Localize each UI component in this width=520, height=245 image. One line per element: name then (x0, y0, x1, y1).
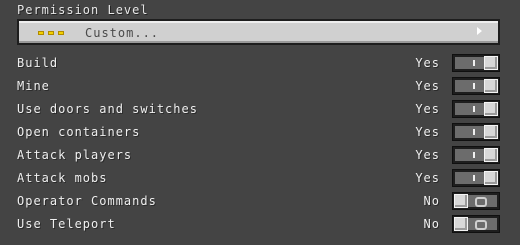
toggle-knob (454, 217, 468, 231)
permissions-panel: Permission Level Custom... Build Yes Min… (0, 0, 520, 245)
toggle-knob (484, 56, 498, 70)
toggle-on-mark (473, 83, 475, 89)
permission-label: Operator Commands (17, 194, 157, 208)
toggle-on-mark (473, 106, 475, 112)
doors-switches-toggle[interactable] (452, 100, 500, 118)
permission-row-teleport: Use Teleport No (0, 213, 520, 236)
permission-label: Attack mobs (17, 171, 108, 185)
dropdown-selected-value: Custom... (85, 26, 160, 40)
permission-row-containers: Open containers Yes (0, 121, 520, 144)
permission-row-attack-mobs: Attack mobs Yes (0, 167, 520, 190)
permission-label: Build (17, 56, 59, 70)
build-toggle[interactable] (452, 54, 500, 72)
permission-row-attack-players: Attack players Yes (0, 144, 520, 167)
permission-level-dropdown[interactable]: Custom... (17, 19, 500, 45)
toggle-knob (484, 79, 498, 93)
permission-label: Use doors and switches (17, 102, 198, 116)
toggle-knob (454, 194, 468, 208)
permission-value: Yes (415, 56, 440, 70)
permission-value: Yes (415, 148, 440, 162)
toggle-on-mark (473, 129, 475, 135)
toggle-on-mark (473, 175, 475, 181)
toggle-on-mark (473, 60, 475, 66)
permission-value: Yes (415, 171, 440, 185)
toggle-knob (484, 171, 498, 185)
operator-commands-toggle[interactable] (452, 192, 500, 210)
permission-value: Yes (415, 125, 440, 139)
attack-mobs-toggle[interactable] (452, 169, 500, 187)
toggle-knob (484, 102, 498, 116)
permission-value: No (423, 217, 440, 231)
permission-label: Use Teleport (17, 217, 116, 231)
permission-value: No (423, 194, 440, 208)
toggle-knob (484, 148, 498, 162)
open-containers-toggle[interactable] (452, 123, 500, 141)
permission-label: Attack players (17, 148, 133, 162)
permission-row-doors: Use doors and switches Yes (0, 98, 520, 121)
permission-label: Mine (17, 79, 50, 93)
permission-label: Open containers (17, 125, 141, 139)
permission-value: Yes (415, 79, 440, 93)
toggle-off-mark (475, 220, 487, 230)
attack-players-toggle[interactable] (452, 146, 500, 164)
permission-row-mine: Mine Yes (0, 75, 520, 98)
toggle-off-mark (475, 197, 487, 207)
mine-toggle[interactable] (452, 77, 500, 95)
permission-level-title: Permission Level (17, 3, 149, 17)
dots-icon (38, 31, 64, 35)
toggle-knob (484, 125, 498, 139)
permission-value: Yes (415, 102, 440, 116)
use-teleport-toggle[interactable] (452, 215, 500, 233)
toggle-on-mark (473, 152, 475, 158)
permission-row-operator: Operator Commands No (0, 190, 520, 213)
permission-row-build: Build Yes (0, 52, 520, 75)
dropdown-arrow-icon (477, 27, 482, 35)
